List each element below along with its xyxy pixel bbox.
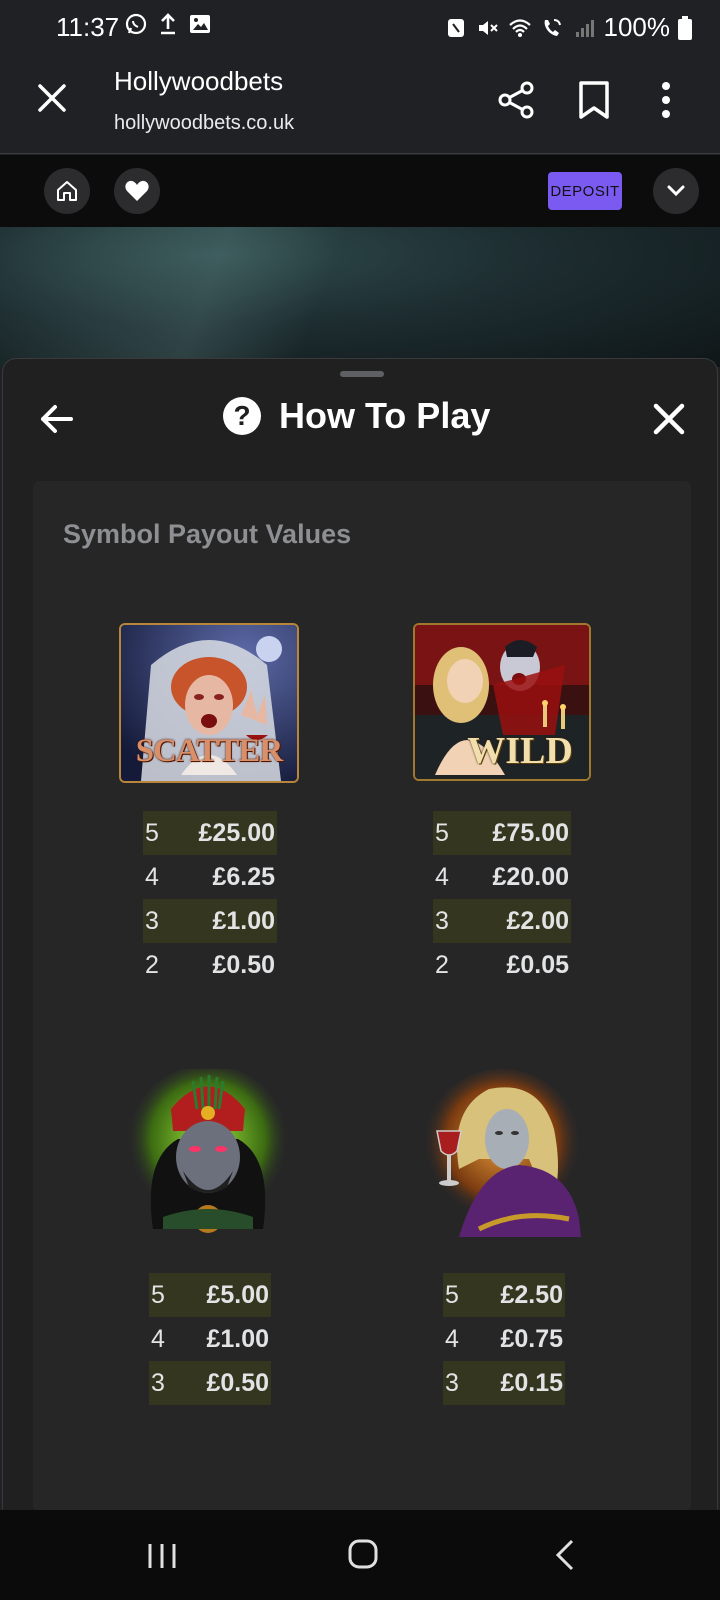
- scatter-label: SCATTER: [135, 733, 283, 769]
- sheet-drag-handle[interactable]: [340, 371, 384, 377]
- blond-vampire-paytable: 5 £2.50 4 £0.75 3 £0.15: [443, 1273, 565, 1405]
- deposit-button[interactable]: DEPOSIT: [548, 172, 622, 210]
- recents-icon[interactable]: [146, 1542, 178, 1570]
- pay-row: 4 £0.75: [445, 1324, 563, 1353]
- battery-icon: [678, 15, 692, 40]
- status-right-icons: 100%: [444, 12, 692, 43]
- pay-row: 3 £0.15: [443, 1361, 565, 1405]
- game-background: [0, 227, 720, 367]
- sheet-title: How To Play: [279, 395, 491, 436]
- section-header: Symbol Payout Values: [63, 519, 352, 549]
- page-title: Hollywoodbets: [114, 66, 284, 96]
- sheet-header: ? How To Play: [223, 395, 490, 437]
- whatsapp-icon: [125, 13, 147, 35]
- pay-row: 3 £0.50: [149, 1361, 271, 1405]
- system-nav-bar: [0, 1510, 720, 1600]
- upload-icon: [161, 13, 175, 35]
- pay-row: 5 £75.00: [433, 811, 571, 855]
- pay-row: 2 £0.50: [145, 950, 275, 979]
- back-nav-icon[interactable]: [554, 1538, 576, 1572]
- battery-percent: 100%: [603, 12, 671, 42]
- more-vert-icon[interactable]: [652, 80, 680, 120]
- nfc-icon: [447, 18, 464, 37]
- heart-icon: [125, 180, 149, 201]
- pay-row: 4 £20.00: [435, 862, 569, 891]
- wifi-icon: [508, 18, 531, 37]
- pay-row: 2 £0.05: [435, 950, 569, 979]
- pay-row: 4 £6.25: [145, 862, 275, 891]
- status-bar: 11:37 100%: [0, 0, 720, 50]
- blond-vampire-symbol-image: [419, 1069, 585, 1239]
- pay-row: 5 £25.00: [143, 811, 277, 855]
- gallery-icon: [190, 15, 210, 33]
- red-hat-vampire-paytable: 5 £5.00 4 £1.00 3 £0.50: [149, 1273, 271, 1405]
- home-button[interactable]: [44, 168, 90, 214]
- wild-paytable: 5 £75.00 4 £20.00 3 £2.00 2 £0.05: [433, 811, 571, 987]
- status-time: 11:37: [56, 12, 120, 42]
- wild-label: WILD: [467, 730, 573, 772]
- browser-toolbar: Hollywoodbets hollywoodbets.co.uk: [0, 50, 720, 154]
- pay-row: 3 £2.00: [433, 899, 571, 943]
- pay-row: 5 £2.50: [443, 1273, 565, 1317]
- page-url[interactable]: hollywoodbets.co.uk: [114, 112, 294, 135]
- back-arrow-icon[interactable]: [37, 399, 77, 439]
- home-nav-icon[interactable]: [347, 1538, 379, 1570]
- site-header: DEPOSIT: [0, 155, 720, 227]
- bookmark-icon[interactable]: [576, 80, 612, 120]
- share-icon[interactable]: [496, 80, 536, 120]
- mute-icon: [478, 20, 498, 35]
- pay-row: 5 £5.00: [149, 1273, 271, 1317]
- home-icon: [57, 181, 77, 201]
- close-icon[interactable]: [34, 80, 70, 116]
- account-menu-button[interactable]: [653, 168, 699, 214]
- favorites-button[interactable]: [114, 168, 160, 214]
- how-to-play-sheet: ? How To Play Symbol Payout Values SCATT…: [2, 358, 718, 1511]
- help-icon: ?: [223, 397, 261, 435]
- scatter-paytable: 5 £25.00 4 £6.25 3 £1.00 2 £0.50: [143, 811, 277, 987]
- signal-icon: [575, 19, 594, 37]
- wifi-call-icon: [544, 18, 561, 36]
- status-left-icons: [124, 12, 212, 36]
- pay-row: 4 £1.00: [151, 1324, 269, 1353]
- payout-panel: Symbol Payout Values SCATTER WILD 5 £25.…: [33, 481, 691, 1511]
- red-hat-vampire-symbol-image: [123, 1069, 293, 1237]
- scatter-symbol-image: SCATTER: [119, 623, 299, 783]
- wild-symbol-image: WILD: [413, 623, 591, 781]
- close-icon[interactable]: [649, 399, 689, 439]
- pay-row: 3 £1.00: [143, 899, 277, 943]
- chevron-down-icon: [667, 185, 685, 197]
